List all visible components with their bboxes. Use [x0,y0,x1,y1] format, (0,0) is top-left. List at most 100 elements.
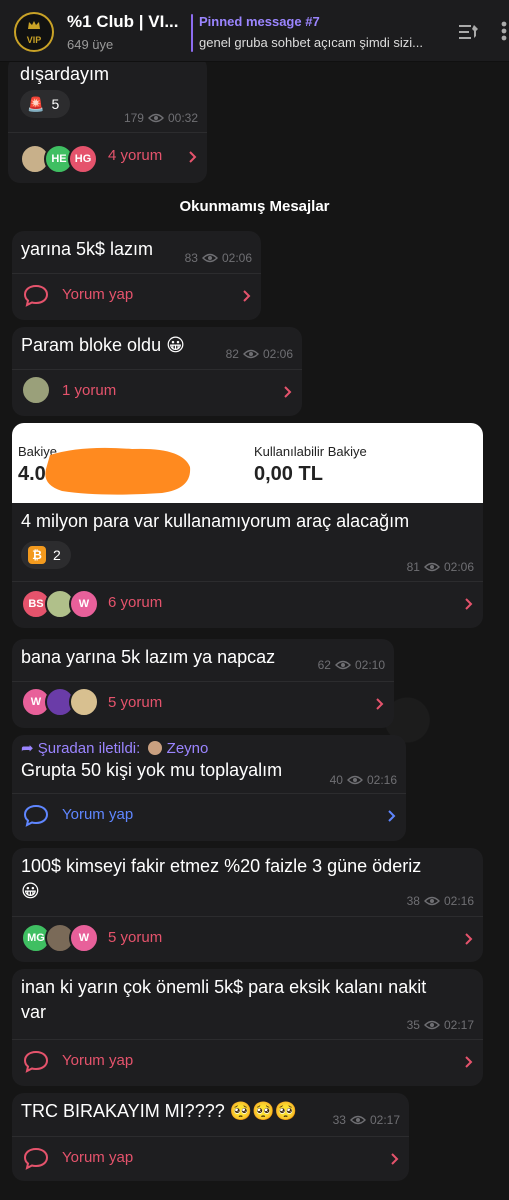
divider [8,132,207,133]
balance-screenshot[interactable]: Bakiye 4.0 Kullanılabilir Bakiye 0,00 TL [12,423,483,503]
chevron-right-icon [391,1153,399,1165]
message-bubble[interactable]: 100$ kimseyi fakir etmez %20 faizle 3 gü… [12,848,483,962]
member-count: 649 üye [67,37,114,52]
view-count: 40 [329,773,343,787]
message-bubble[interactable]: bana yarına 5k lazım ya napcaz 62 02:10 … [12,639,394,728]
pinned-text[interactable]: genel gruba sohbet açıcam şimdi sizi... [199,35,449,50]
message-meta: 35 02:17 [407,1018,474,1032]
view-count: 33 [332,1113,346,1127]
avatar: W [69,923,99,953]
comment-label: Yorum yap [62,1149,134,1166]
comment-label: Yorum yap [62,806,134,823]
view-count: 35 [406,1018,420,1032]
reaction-count: 2 [53,547,61,563]
forwarded-label: Şuradan iletildi: [37,740,141,757]
comment-button[interactable]: Yorum yap [12,795,406,837]
eye-icon [147,113,164,123]
comments-button[interactable]: HE HG 4 yorum [8,136,207,178]
chevron-right-icon [243,290,251,302]
avatar: HG [68,144,98,174]
view-count: 81 [406,560,420,574]
comment-label: Yorum yap [62,1052,134,1069]
message-bubble[interactable]: Param bloke oldu 😀 82 02:06 1 yorum [12,327,302,416]
message-meta: 81 02:06 [407,560,474,574]
chevron-right-icon [465,598,473,610]
eye-icon [334,660,351,670]
chevron-right-icon [189,151,197,163]
eye-icon [242,349,259,359]
message-meta: 38 02:16 [407,894,474,908]
message-time: 02:16 [366,773,397,787]
message-meta: 33 02:17 [333,1113,400,1127]
message-bubble[interactable]: TRC BIRAKAYIM MI???? 🥺🥺🥺 33 02:17 Yorum … [12,1093,409,1181]
message-text: inan ki yarın çok önemli 5k$ para eksik … [21,975,426,1025]
view-count: 82 [225,347,239,361]
message-time: 02:17 [369,1113,400,1127]
message-time: 02:10 [354,658,385,672]
forwarded-header[interactable]: ➦ Şuradan iletildi: Zeyno [21,739,208,757]
chat-header[interactable]: VIP %1 Club | VI... 649 üye Pinned messa… [0,0,509,62]
message-time: 02:06 [221,251,252,265]
comments-button[interactable]: MG W 5 yorum [12,918,483,960]
chevron-right-icon [465,1056,473,1068]
message-line: var [21,1002,47,1022]
available-balance-value: 0,00 TL [254,463,323,485]
divider [12,581,483,582]
eye-icon [423,562,440,572]
available-balance-label: Kullanılabilir Bakiye [254,444,367,459]
message-text: Grupta 50 kişi yok mu toplayalım [21,760,283,780]
message-text: Param bloke oldu 😀 [21,335,185,355]
reaction-chip[interactable]: 🚨 5 [20,90,70,118]
comment-button[interactable]: Yorum yap [12,1138,409,1180]
message-time: 02:06 [443,560,474,574]
comments-label: 5 yorum [108,929,163,946]
message-line: 100$ kimseyi fakir etmez %20 faizle 3 gü… [21,856,422,876]
pinned-list-icon[interactable] [457,22,481,42]
divider [12,369,302,370]
reaction-count: 5 [51,96,60,112]
forwarded-avatar [148,741,163,755]
eye-icon [201,253,218,263]
chevron-right-icon [388,810,396,822]
forward-icon: ➦ [21,740,38,757]
eye-icon [349,1115,366,1125]
message-bubble[interactable]: Bakiye 4.0 Kullanılabilir Bakiye 0,00 TL… [12,423,483,628]
group-avatar[interactable]: VIP [14,12,54,52]
comment-label: Yorum yap [62,286,134,303]
eye-icon [423,1020,440,1030]
message-time: 02:06 [262,347,293,361]
eye-icon [423,896,440,906]
reaction-chip[interactable]: ₿ 2 [21,541,71,569]
group-title[interactable]: %1 Club | VI... [67,12,179,32]
divider [12,916,483,917]
censor-scribble [45,447,191,495]
message-bubble[interactable]: ➦ Şuradan iletildi: Zeyno Grupta 50 kişi… [12,735,406,841]
comments-label: 1 yorum [62,382,117,399]
message-bubble[interactable]: dışardayım 🚨 5 179 00:32 HE HG 4 yorum [8,56,207,183]
pinned-title[interactable]: Pinned message #7 [199,14,320,29]
comment-icon [23,1147,49,1170]
message-meta: 83 02:06 [185,251,252,265]
unread-divider: Okunmamış Mesajlar [179,198,330,215]
message-time: 02:16 [443,894,474,908]
comment-icon [23,804,49,827]
message-time: 00:32 [167,111,198,125]
message-meta: 82 02:06 [226,347,293,361]
comments-button[interactable]: W 5 yorum [12,683,394,725]
comment-icon [23,1050,49,1073]
forwarded-name[interactable]: Zeyno [167,740,209,757]
view-count: 179 [123,111,144,125]
message-time: 02:17 [443,1018,474,1032]
divider [12,273,261,274]
comments-button[interactable]: 1 yorum [12,371,302,413]
message-bubble[interactable]: yarına 5k$ lazım 83 02:06 Yorum yap [12,231,261,320]
message-text: TRC BIRAKAYIM MI???? 🥺🥺🥺 [21,1101,297,1121]
comment-button[interactable]: Yorum yap [12,1041,483,1083]
comment-button[interactable]: Yorum yap [12,275,261,317]
chevron-right-icon [376,698,384,710]
message-text: yarına 5k$ lazım [21,239,154,259]
message-bubble[interactable]: inan ki yarın çok önemli 5k$ para eksik … [12,969,483,1086]
message-line: 😀 [21,881,40,901]
more-icon[interactable] [494,18,509,44]
comments-button[interactable]: BS W 6 yorum [12,583,483,625]
